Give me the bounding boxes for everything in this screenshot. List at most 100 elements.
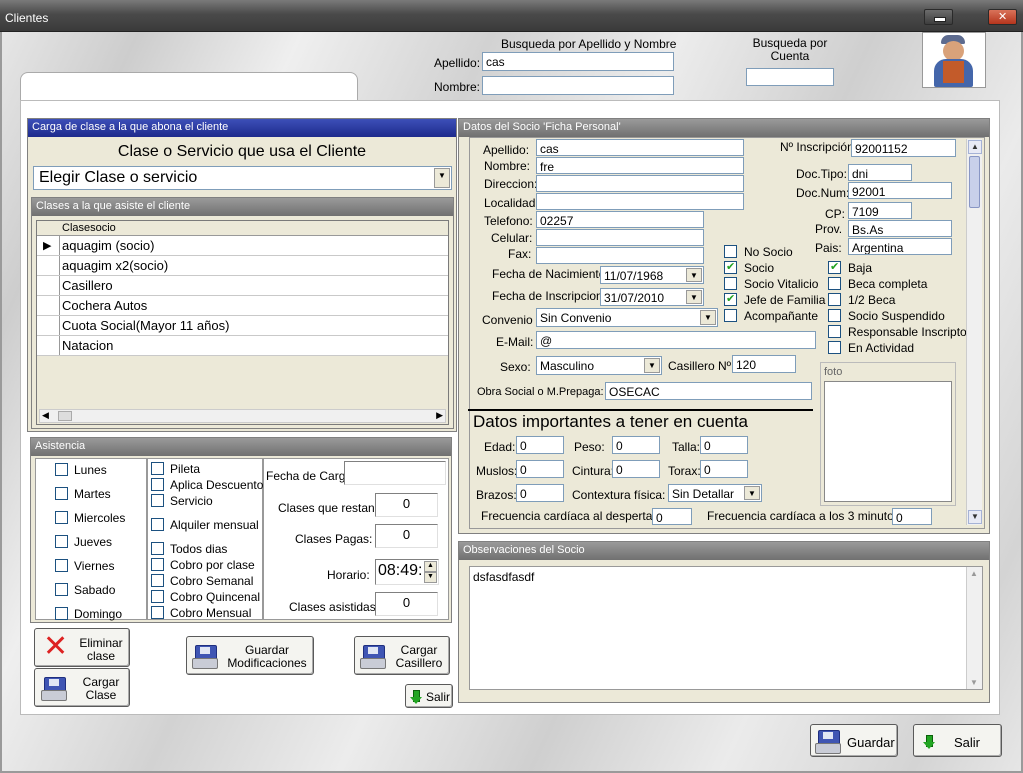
celular-input[interactable]: [536, 229, 704, 246]
checkbox-cobro-quincenal[interactable]: [151, 590, 164, 603]
checkbox-responsable-inscripto[interactable]: [828, 325, 841, 338]
talla-input[interactable]: 0: [700, 436, 748, 454]
checkbox-baja[interactable]: [828, 260, 841, 274]
checkbox-viernes[interactable]: [55, 559, 68, 572]
docnum-input[interactable]: 92001: [848, 182, 952, 199]
fecha-carga-input[interactable]: [344, 461, 446, 485]
convenio-select[interactable]: Sin Convenio ▼: [536, 308, 718, 327]
doctipo-input[interactable]: dni: [848, 164, 912, 181]
fc-despertar-input[interactable]: 0: [652, 508, 692, 525]
telefono-input[interactable]: 02257: [536, 211, 704, 228]
torax-input[interactable]: 0: [700, 460, 748, 478]
chevron-down-icon[interactable]: ▼: [700, 310, 716, 325]
checkbox-sabado[interactable]: [55, 583, 68, 596]
checkbox-beca-completa[interactable]: [828, 277, 841, 290]
contextura-select[interactable]: Sin Detallar ▼: [668, 484, 762, 502]
scroll-up-icon[interactable]: ▲: [970, 569, 978, 578]
observaciones-textarea[interactable]: dsfasdfasdf ▲ ▼: [469, 566, 983, 690]
obra-social-input[interactable]: OSECAC: [605, 382, 812, 400]
checkbox-socio-vitalicio[interactable]: [724, 277, 737, 290]
checkbox-alquiler-mensual[interactable]: [151, 518, 164, 531]
cp-input[interactable]: 7109: [848, 202, 912, 219]
checkbox-jueves[interactable]: [55, 535, 68, 548]
apellido-input[interactable]: cas: [536, 139, 744, 156]
cintura-input[interactable]: 0: [612, 460, 660, 478]
minimize-button[interactable]: [924, 9, 953, 25]
salir-button[interactable]: Salir: [913, 724, 1002, 757]
checkbox-cobro-semanal[interactable]: [151, 574, 164, 587]
search-nombre-input[interactable]: [482, 76, 674, 95]
cargar-casillero-button[interactable]: Cargar Casillero: [354, 636, 450, 675]
brazos-input[interactable]: 0: [516, 484, 564, 502]
chevron-down-icon[interactable]: ▼: [434, 168, 450, 188]
horario-input[interactable]: 08:49: ▲ ▼: [375, 559, 439, 585]
class-select[interactable]: Elegir Clase o servicio ▼: [33, 166, 452, 190]
observaciones-scrollbar[interactable]: ▲ ▼: [966, 567, 982, 689]
scroll-up-icon[interactable]: ▲: [968, 140, 982, 154]
edad-input[interactable]: 0: [516, 436, 564, 454]
checkbox-servicio[interactable]: [151, 494, 164, 507]
fax-input[interactable]: [536, 247, 704, 264]
table-row[interactable]: aquagim x2(socio): [37, 256, 448, 276]
clases-restan-input[interactable]: 0: [375, 493, 438, 517]
inscripcion-fecha-picker[interactable]: 31/07/2010 ▼: [600, 288, 704, 306]
clases-pagas-input[interactable]: 0: [375, 524, 438, 548]
eliminar-clase-button[interactable]: ✕ Eliminar clase: [34, 628, 130, 667]
checkbox-domingo[interactable]: [55, 607, 68, 620]
inscripcion-input[interactable]: 92001152: [851, 139, 956, 157]
scroll-thumb[interactable]: [58, 411, 72, 421]
spin-down-icon[interactable]: ▼: [424, 572, 437, 583]
clases-asistidas-input[interactable]: 0: [375, 592, 438, 616]
table-row[interactable]: Cuota Social(Mayor 11 años): [37, 316, 448, 336]
table-row[interactable]: Casillero: [37, 276, 448, 296]
nacimiento-picker[interactable]: 11/07/1968 ▼: [600, 266, 704, 284]
spin-up-icon[interactable]: ▲: [424, 561, 437, 572]
checkbox-pileta[interactable]: [151, 462, 164, 475]
horizontal-scrollbar[interactable]: ◀ ▶: [39, 409, 446, 423]
checkbox-no-socio[interactable]: [724, 245, 737, 258]
scroll-down-icon[interactable]: ▼: [970, 678, 978, 687]
checkbox-miercoles[interactable]: [55, 511, 68, 524]
table-row[interactable]: Cochera Autos: [37, 296, 448, 316]
checkbox-lunes[interactable]: [55, 463, 68, 476]
checkbox-cobro-por-clase[interactable]: [151, 558, 164, 571]
guardar-modificaciones-button[interactable]: Guardar Modificaciones: [186, 636, 314, 675]
guardar-button[interactable]: Guardar: [810, 724, 898, 757]
checkbox-socio[interactable]: [724, 260, 737, 274]
checkbox-socio-suspendido[interactable]: [828, 309, 841, 322]
close-button[interactable]: [988, 9, 1017, 25]
fc-3min-input[interactable]: 0: [892, 508, 932, 525]
email-input[interactable]: @: [536, 331, 816, 349]
chevron-down-icon[interactable]: ▼: [644, 358, 660, 373]
chevron-down-icon[interactable]: ▼: [686, 268, 702, 282]
muslos-input[interactable]: 0: [516, 460, 564, 478]
search-apellido-input[interactable]: cas: [482, 52, 674, 71]
checkbox-jefe-familia[interactable]: [724, 292, 737, 306]
direccion-input[interactable]: [536, 175, 744, 192]
sexo-select[interactable]: Masculino ▼: [536, 356, 662, 375]
checkbox-todos-dias[interactable]: [151, 542, 164, 555]
foto-box[interactable]: [824, 381, 952, 502]
scroll-thumb[interactable]: [969, 156, 980, 208]
search-cuenta-input[interactable]: [746, 68, 834, 86]
checkbox-cobro-mensual[interactable]: [151, 606, 164, 619]
casillero-input[interactable]: 120: [732, 355, 796, 373]
socio-vertical-scrollbar[interactable]: ▲ ▼: [966, 139, 982, 525]
checkbox-media-beca[interactable]: [828, 293, 841, 306]
table-row[interactable]: ▶ aquagim (socio): [37, 236, 448, 256]
cargar-clase-button[interactable]: Cargar Clase: [34, 668, 130, 707]
checkbox-aplica-descuento[interactable]: [151, 478, 164, 491]
checkbox-acompanante[interactable]: [724, 309, 737, 322]
scroll-right-icon[interactable]: ▶: [436, 410, 443, 421]
localidad-input[interactable]: [536, 193, 744, 210]
grid-column-header[interactable]: Clasesocio: [62, 222, 116, 234]
prov-input[interactable]: Bs.As: [848, 220, 952, 237]
chevron-down-icon[interactable]: ▼: [686, 290, 702, 304]
pais-input[interactable]: Argentina: [848, 238, 952, 255]
checkbox-martes[interactable]: [55, 487, 68, 500]
scroll-left-icon[interactable]: ◀: [42, 410, 49, 421]
salir-small-button[interactable]: Salir: [405, 684, 453, 708]
scroll-down-icon[interactable]: ▼: [968, 510, 982, 524]
peso-input[interactable]: 0: [612, 436, 660, 454]
table-row[interactable]: Natacion: [37, 336, 448, 356]
